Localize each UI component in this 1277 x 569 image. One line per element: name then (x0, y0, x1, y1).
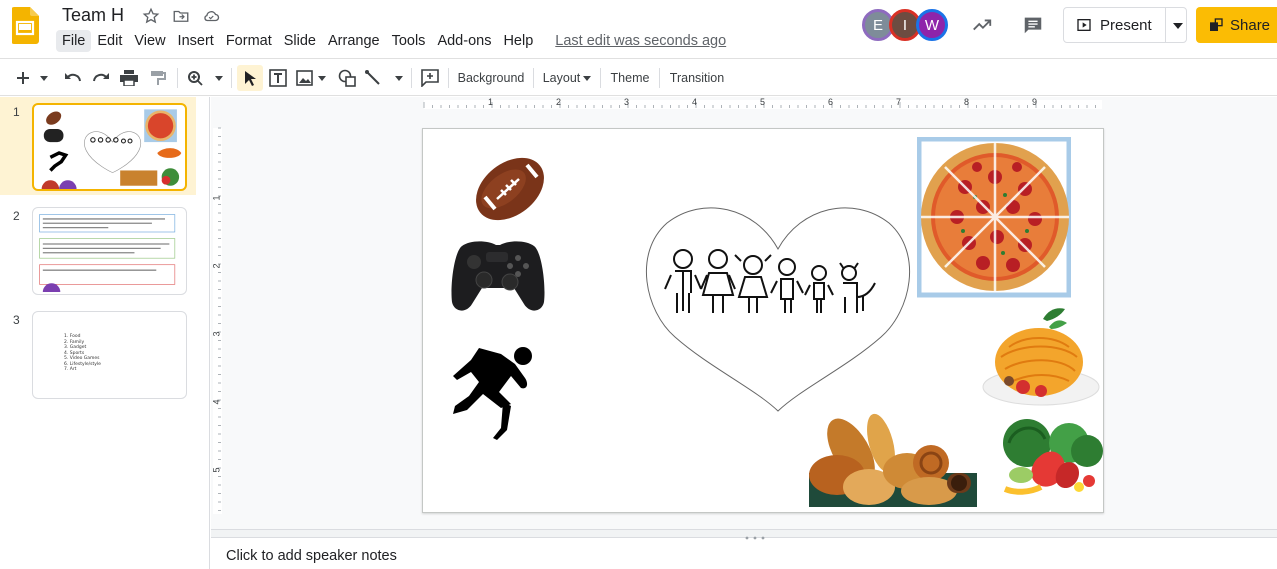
document-title[interactable]: Team H (62, 5, 124, 26)
ruler-labels: 1 2 3 4 5 6 7 8 9 (211, 97, 1277, 109)
ruler-label: 9 (1032, 97, 1038, 107)
ruler-label: 6 (828, 97, 834, 107)
slide-3-list: 1. Food 2. Family 3. Gadget 4. Sports 5.… (64, 334, 101, 373)
divider (600, 68, 601, 88)
add-comment-icon[interactable] (418, 65, 442, 91)
ruler-label: 8 (964, 97, 970, 107)
menu-view[interactable]: View (128, 30, 171, 52)
slide-number: 2 (13, 209, 20, 223)
avatar[interactable]: W (916, 9, 948, 41)
cloud-status-icon[interactable] (200, 6, 222, 26)
ruler-label: 3 (211, 331, 222, 337)
ruler-label: 2 (211, 263, 222, 269)
ruler-label: 2 (556, 97, 562, 107)
speaker-notes-input[interactable]: Click to add speaker notes (226, 548, 397, 564)
menu-help[interactable]: Help (497, 30, 539, 52)
menu-add-ons[interactable]: Add-ons (431, 30, 497, 52)
divider (448, 68, 449, 88)
ruler-labels: 1 2 3 4 5 (211, 109, 223, 529)
layout-button[interactable]: Layout (540, 65, 594, 91)
insert-image-icon[interactable] (295, 65, 329, 91)
move-folder-icon[interactable] (170, 6, 192, 26)
filmstrip-slide-3[interactable]: 3 1. Food 2. Family 3. Gadget 4. Sports … (0, 305, 196, 403)
line-tool-icon[interactable] (364, 65, 406, 91)
present-icon (1077, 19, 1091, 31)
redo-icon[interactable] (90, 65, 112, 91)
ruler-label: 1 (211, 195, 222, 201)
chevron-down-icon[interactable] (1173, 23, 1183, 29)
print-icon[interactable] (118, 65, 140, 91)
slide-filmstrip: 1 2 3 1. Food 2. Family 3. Gadget 4. Spo… (0, 97, 210, 569)
ruler-label: 3 (624, 97, 630, 107)
select-tool-icon[interactable] (237, 65, 263, 91)
chevron-down-icon (583, 75, 592, 81)
menu-edit[interactable]: Edit (91, 30, 128, 52)
zoom-button[interactable] (186, 65, 226, 91)
share-button[interactable]: Share (1196, 7, 1277, 43)
text-box-icon[interactable] (266, 65, 290, 91)
football-icon[interactable] (469, 151, 551, 227)
toolbar: Background Layout Theme Transition (0, 58, 1277, 96)
new-slide-button[interactable] (14, 65, 52, 91)
bread-icon[interactable] (807, 413, 979, 509)
runner-icon[interactable] (449, 342, 545, 440)
menu-arrange[interactable]: Arrange (322, 30, 386, 52)
transition-button[interactable]: Transition (665, 65, 729, 91)
present-label: Present (1100, 16, 1152, 34)
notes-resize-handle[interactable] (211, 529, 1277, 540)
game-controller-icon[interactable] (448, 232, 546, 316)
slides-logo-icon[interactable] (12, 7, 39, 44)
present-button[interactable]: Present (1063, 7, 1187, 43)
layout-label: Layout (542, 71, 581, 85)
menu-file[interactable]: File (56, 30, 92, 52)
current-slide[interactable] (422, 128, 1104, 513)
ruler-label: 7 (896, 97, 902, 107)
comments-icon[interactable] (1020, 12, 1046, 38)
filmstrip-slide-1[interactable]: 1 (0, 97, 196, 195)
ruler-label: 4 (692, 97, 698, 107)
divider (177, 68, 178, 88)
filmstrip-slide-2[interactable]: 2 (0, 201, 196, 299)
vegetables-icon[interactable] (999, 417, 1103, 497)
collaborator-avatars: E I W (862, 9, 948, 41)
slide-thumbnail[interactable] (32, 207, 187, 295)
star-icon[interactable] (140, 6, 162, 26)
divider (411, 68, 412, 88)
shape-icon[interactable] (335, 65, 359, 91)
slide-thumbnail[interactable] (32, 103, 187, 191)
paint-format-icon[interactable] (147, 65, 169, 91)
list-item: 7. Art (64, 367, 77, 372)
app-header: Team H File Edit View Insert Format Slid… (0, 0, 1277, 58)
spaghetti-icon[interactable] (979, 307, 1101, 409)
menu-format[interactable]: Format (220, 30, 278, 52)
ruler-label: 5 (760, 97, 766, 107)
last-edit-link[interactable]: Last edit was seconds ago (553, 30, 728, 52)
divider (231, 68, 232, 88)
divider (533, 68, 534, 88)
ruler-label: 4 (211, 399, 222, 405)
menu-slide[interactable]: Slide (278, 30, 322, 52)
slide-number: 3 (13, 313, 20, 327)
divider (1165, 8, 1166, 42)
theme-button[interactable]: Theme (606, 65, 654, 91)
pizza-icon[interactable] (917, 137, 1071, 299)
ruler-label: 1 (488, 97, 494, 107)
lock-icon (1210, 18, 1223, 31)
menu-tools[interactable]: Tools (386, 30, 432, 52)
menu-insert[interactable]: Insert (172, 30, 220, 52)
share-label: Share (1230, 16, 1271, 34)
undo-icon[interactable] (62, 65, 84, 91)
ruler-label: 5 (211, 467, 222, 473)
heart-family-icon[interactable] (645, 201, 911, 413)
slide-number: 1 (13, 105, 20, 119)
slide-thumbnail[interactable]: 1. Food 2. Family 3. Gadget 4. Sports 5.… (32, 311, 187, 399)
background-button[interactable]: Background (454, 65, 528, 91)
divider (659, 68, 660, 88)
activity-dashboard-icon[interactable] (969, 12, 995, 38)
menu-bar: File Edit View Insert Format Slide Arran… (56, 30, 728, 52)
